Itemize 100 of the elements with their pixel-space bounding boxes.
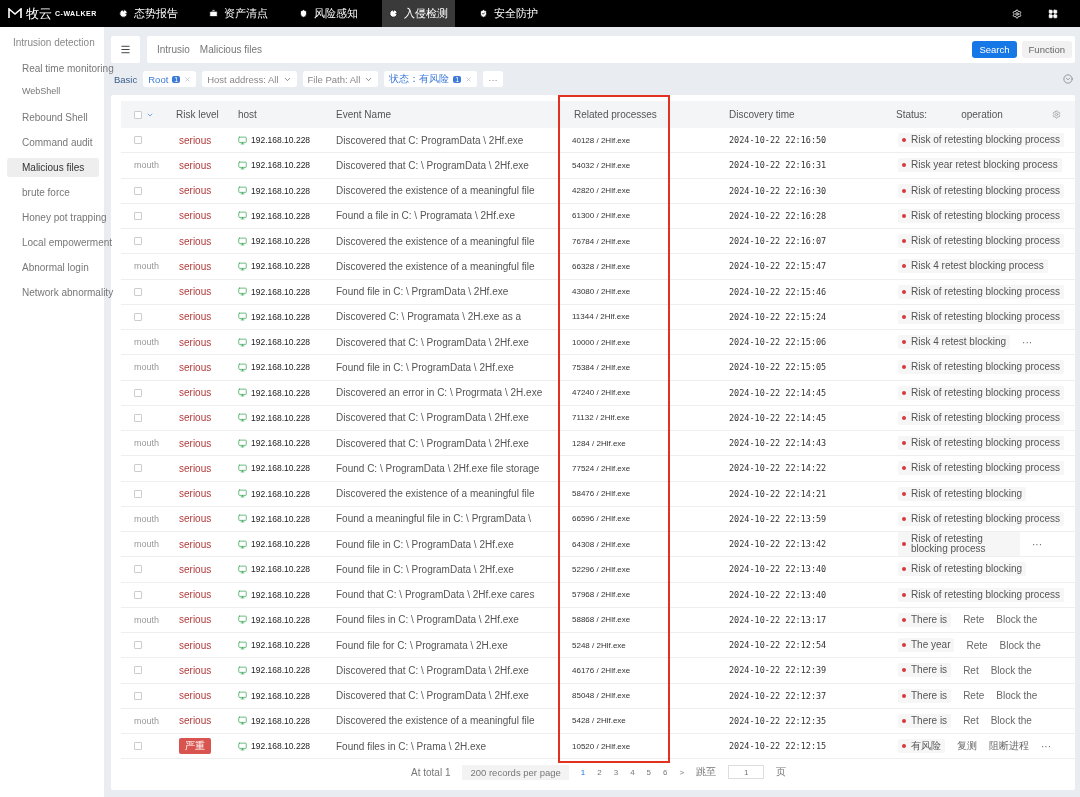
row-checkbox[interactable] <box>134 237 142 246</box>
table-cell[interactable]: Found file in C: \ PrgramData \ 2Hf.exe <box>336 286 509 298</box>
row-checkbox[interactable] <box>134 742 142 751</box>
table-cell[interactable]: Discovered that C: \ ProgramData \ 2Hf.exe <box>336 437 529 449</box>
table-cell[interactable]: Discovered the existence of a meaningful file <box>336 185 535 197</box>
monitor-icon <box>238 160 247 170</box>
table-cell[interactable]: Found files in C: \ ProgramData \ 2Hf.exe <box>336 614 519 626</box>
table-cell[interactable]: Discovered that C: \ ProgramData \ 2Hf.exe <box>336 690 529 702</box>
action-link[interactable]: ··· <box>1041 740 1051 752</box>
row-checkbox[interactable] <box>134 565 142 574</box>
nav-tab[interactable]: 安全防护 <box>472 0 545 27</box>
table-cell[interactable]: Discovered that C: ProgramData \ 2Hf.exe <box>336 134 524 146</box>
table-cell-text: 58868 / 2Hlf.exe <box>571 615 631 625</box>
page-number[interactable]: 6 <box>663 767 668 777</box>
row-checkbox[interactable] <box>134 489 142 498</box>
monitor-icon <box>238 362 247 372</box>
action-link[interactable]: Block the <box>996 614 1038 626</box>
action-link[interactable]: Block the <box>990 664 1032 676</box>
row-checkbox[interactable] <box>134 413 142 422</box>
row-checkbox[interactable] <box>134 641 142 650</box>
row-checkbox[interactable] <box>134 186 142 195</box>
page-input[interactable]: 1 <box>728 765 765 780</box>
row-checkbox[interactable] <box>134 136 142 145</box>
row-checkbox[interactable] <box>134 464 142 473</box>
filter-dropdown[interactable]: File Path: All <box>302 71 379 87</box>
table-cell[interactable]: Discovered an error in C: \ Progrmata \ 2H.exe <box>336 387 543 399</box>
table-cell[interactable]: Discovered the existence of a meaningful file <box>336 715 535 727</box>
action-link[interactable]: Rete <box>966 639 988 651</box>
select-all-checkbox[interactable] <box>134 110 142 119</box>
filter-dropdown[interactable]: Host address: All <box>202 71 297 87</box>
action-link[interactable]: 阻断进程 <box>989 739 1029 754</box>
action-link[interactable]: Ret <box>963 715 979 727</box>
jump-label: 跳至 <box>696 765 717 780</box>
search-button[interactable]: Search <box>972 41 1017 58</box>
collapse-icon[interactable] <box>1063 74 1073 84</box>
table-cell[interactable]: Found file in C: \ ProgramData \ 2Hf.exe <box>336 361 514 373</box>
close-icon[interactable] <box>465 75 473 83</box>
close-icon[interactable] <box>184 75 192 83</box>
nav-tab[interactable]: 入侵检测 <box>382 0 455 27</box>
nav-tab[interactable]: 资产清点 <box>202 0 275 27</box>
status-dot <box>902 491 906 496</box>
page-number[interactable]: 2 <box>597 767 602 777</box>
table-cell[interactable]: Found a file in C: \ Programata \ 2Hf.exe <box>336 210 515 222</box>
sidebar-item[interactable]: Command audit <box>7 133 108 152</box>
next-page-button[interactable]: > <box>679 767 685 777</box>
table-cell[interactable]: Discovered the existence of a meaningful file <box>336 260 535 272</box>
sidebar-item[interactable]: Abnormal login <box>7 258 104 277</box>
risk-level: serious <box>179 563 212 575</box>
action-link[interactable]: Rete <box>963 690 985 702</box>
table-cell[interactable]: Found C: \ ProgramData \ 2Hf.exe file storage <box>336 462 540 474</box>
table-cell[interactable]: Discovered that C: \ ProgramData \ 2Hf.exe <box>336 412 529 424</box>
nav-tab[interactable]: 风险感知 <box>292 0 365 27</box>
select-label: mouth <box>134 513 159 524</box>
function-button[interactable]: Function <box>1021 41 1072 58</box>
table-cell[interactable]: Found file for C: \ Programata \ 2H.exe <box>336 639 508 651</box>
action-link[interactable]: ··· <box>1022 336 1033 348</box>
sidebar-item[interactable]: brute force <box>7 183 85 202</box>
row-checkbox[interactable] <box>134 287 142 296</box>
status-text: There is <box>911 614 948 625</box>
page-size-select[interactable]: 200 records per page <box>462 764 569 780</box>
breadcrumb-item[interactable]: Malicious files <box>199 44 263 55</box>
table-cell[interactable]: Found file in C: \ ProgramData \ 2Hf.exe <box>336 538 514 550</box>
table-cell[interactable]: Discovered the existence of a meaningful file <box>336 488 535 500</box>
page-number[interactable]: 5 <box>646 767 652 777</box>
table-cell[interactable]: Discovered C: \ Programata \ 2H.exe as a <box>336 311 522 323</box>
page-number[interactable]: 4 <box>630 767 635 777</box>
row-checkbox[interactable] <box>134 211 142 220</box>
sidebar-item[interactable]: Rebound Shell <box>7 108 103 127</box>
nav-tab[interactable]: 态势报告 <box>112 0 185 27</box>
row-checkbox[interactable] <box>134 388 142 397</box>
row-checkbox[interactable] <box>134 666 142 675</box>
table-cell[interactable]: Discovered the existence of a meaningful file <box>336 235 535 247</box>
row-checkbox[interactable] <box>134 590 142 599</box>
table-cell[interactable]: Discovered that C: \ ProgramData \ 2Hf.exe <box>336 336 529 348</box>
page-number[interactable]: 3 <box>613 767 619 777</box>
action-link[interactable]: Ret <box>963 664 979 676</box>
sidebar-item[interactable]: WebShell <box>7 84 76 98</box>
action-link[interactable]: Block the <box>990 715 1032 727</box>
action-link[interactable]: Rete <box>963 614 985 626</box>
menu-button[interactable] <box>111 36 140 63</box>
more-button[interactable]: ··· <box>483 71 503 87</box>
sidebar-item[interactable]: Honey pot trapping <box>7 208 122 227</box>
action-link[interactable]: ··· <box>1032 538 1042 550</box>
breadcrumb-item[interactable]: Intrusio <box>157 44 190 55</box>
sidebar-item[interactable]: Network abnormality <box>7 283 129 302</box>
grid-icon[interactable] <box>1048 8 1058 19</box>
table-cell[interactable]: Found file in C: \ ProgramData \ 2Hf.exe <box>336 563 514 575</box>
page-number[interactable]: 1 <box>580 767 586 777</box>
action-link[interactable]: 复测 <box>957 739 977 754</box>
sidebar-item[interactable]: Local empowerment <box>7 233 128 252</box>
table-cell[interactable]: Found that C: \ ProgramData \ 2Hf.exe cares <box>336 589 535 601</box>
row-checkbox[interactable] <box>134 312 142 321</box>
row-checkbox[interactable] <box>134 691 142 700</box>
table-cell[interactable]: Discovered that C: \ ProgramData \ 2Hf.exe <box>336 664 529 676</box>
table-cell[interactable]: Discovered that C: \ ProgramData \ 2Hf.exe <box>336 159 529 171</box>
sidebar-item[interactable]: Malicious files <box>7 158 100 177</box>
table-cell[interactable]: Found a meaningful file in C: \ PrgramData \ <box>336 513 532 525</box>
action-link[interactable]: Block the <box>999 639 1041 651</box>
table-cell[interactable]: Found files in C: \ Prama \ 2H.exe <box>336 740 487 752</box>
action-link[interactable]: Block the <box>996 690 1038 702</box>
